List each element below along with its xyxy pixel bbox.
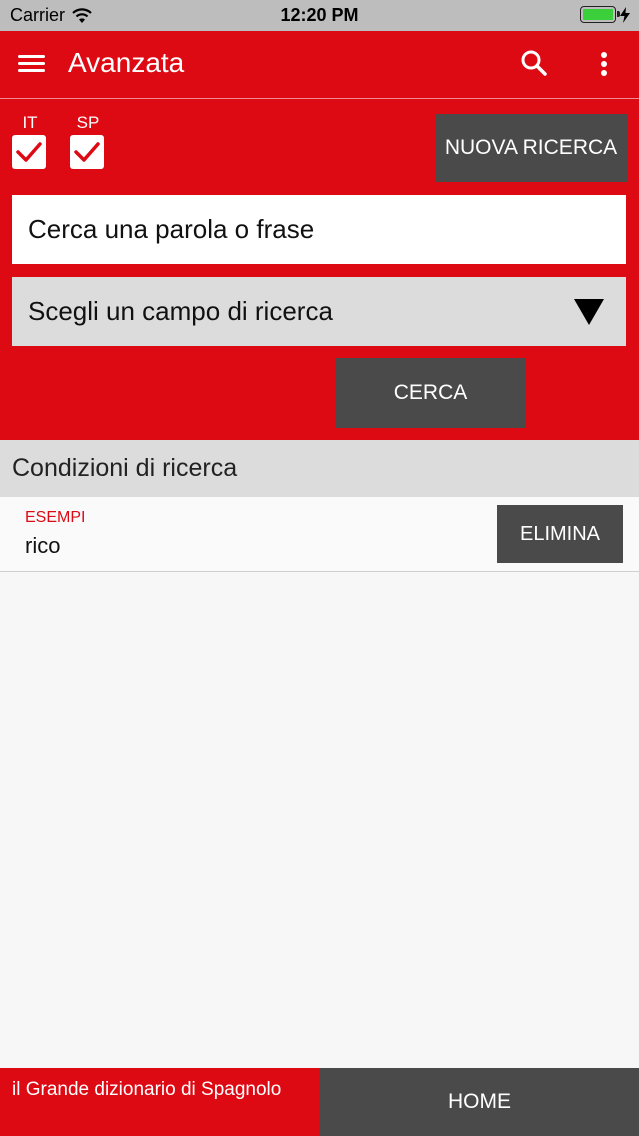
checkbox-sp[interactable] bbox=[70, 135, 104, 169]
battery-info bbox=[580, 6, 631, 23]
more-vertical-icon bbox=[601, 52, 607, 76]
language-toggle-sp: SP bbox=[70, 113, 106, 169]
checkmark-icon bbox=[74, 142, 100, 162]
search-icon bbox=[521, 50, 547, 76]
delete-condition-button[interactable]: ELIMINA bbox=[497, 505, 623, 563]
dropdown-arrow-icon bbox=[574, 299, 604, 325]
clock: 12:20 PM bbox=[280, 5, 359, 25]
language-toggle-it: IT bbox=[12, 113, 48, 169]
checkbox-it[interactable] bbox=[12, 135, 46, 169]
search-button[interactable] bbox=[520, 49, 552, 81]
search-submit-button[interactable]: CERCA bbox=[335, 358, 526, 428]
new-search-button[interactable]: NUOVA RICERCA bbox=[435, 114, 627, 182]
condition-row: ESEMPI rico ELIMINA bbox=[0, 497, 639, 572]
app-bar: Avanzata bbox=[0, 31, 639, 99]
search-field-select-value: Scegli un campo di ricerca bbox=[28, 296, 333, 326]
search-panel: Avanzata IT SP NUOVA RICERCA Cerca una p… bbox=[0, 31, 639, 440]
battery-icon bbox=[580, 6, 620, 23]
language-label-it: IT bbox=[22, 113, 38, 132]
checkmark-icon bbox=[16, 142, 42, 162]
search-input[interactable]: Cerca una parola o frase bbox=[12, 195, 626, 264]
conditions-header: Condizioni di ricerca bbox=[0, 440, 639, 497]
charging-icon bbox=[620, 6, 630, 23]
language-label-sp: SP bbox=[76, 113, 100, 132]
footer-app-name: il Grande dizionario di Spagnolo bbox=[0, 1068, 320, 1136]
home-button[interactable]: HOME bbox=[320, 1068, 639, 1136]
condition-value: rico bbox=[25, 533, 61, 558]
status-bar: Carrier 12:20 PM bbox=[0, 0, 639, 31]
menu-button[interactable] bbox=[18, 51, 50, 79]
search-field-select[interactable]: Scegli un campo di ricerca bbox=[12, 277, 626, 346]
more-options-button[interactable] bbox=[592, 49, 616, 81]
page-title: Avanzata bbox=[68, 47, 185, 78]
condition-type: ESEMPI bbox=[25, 509, 86, 526]
